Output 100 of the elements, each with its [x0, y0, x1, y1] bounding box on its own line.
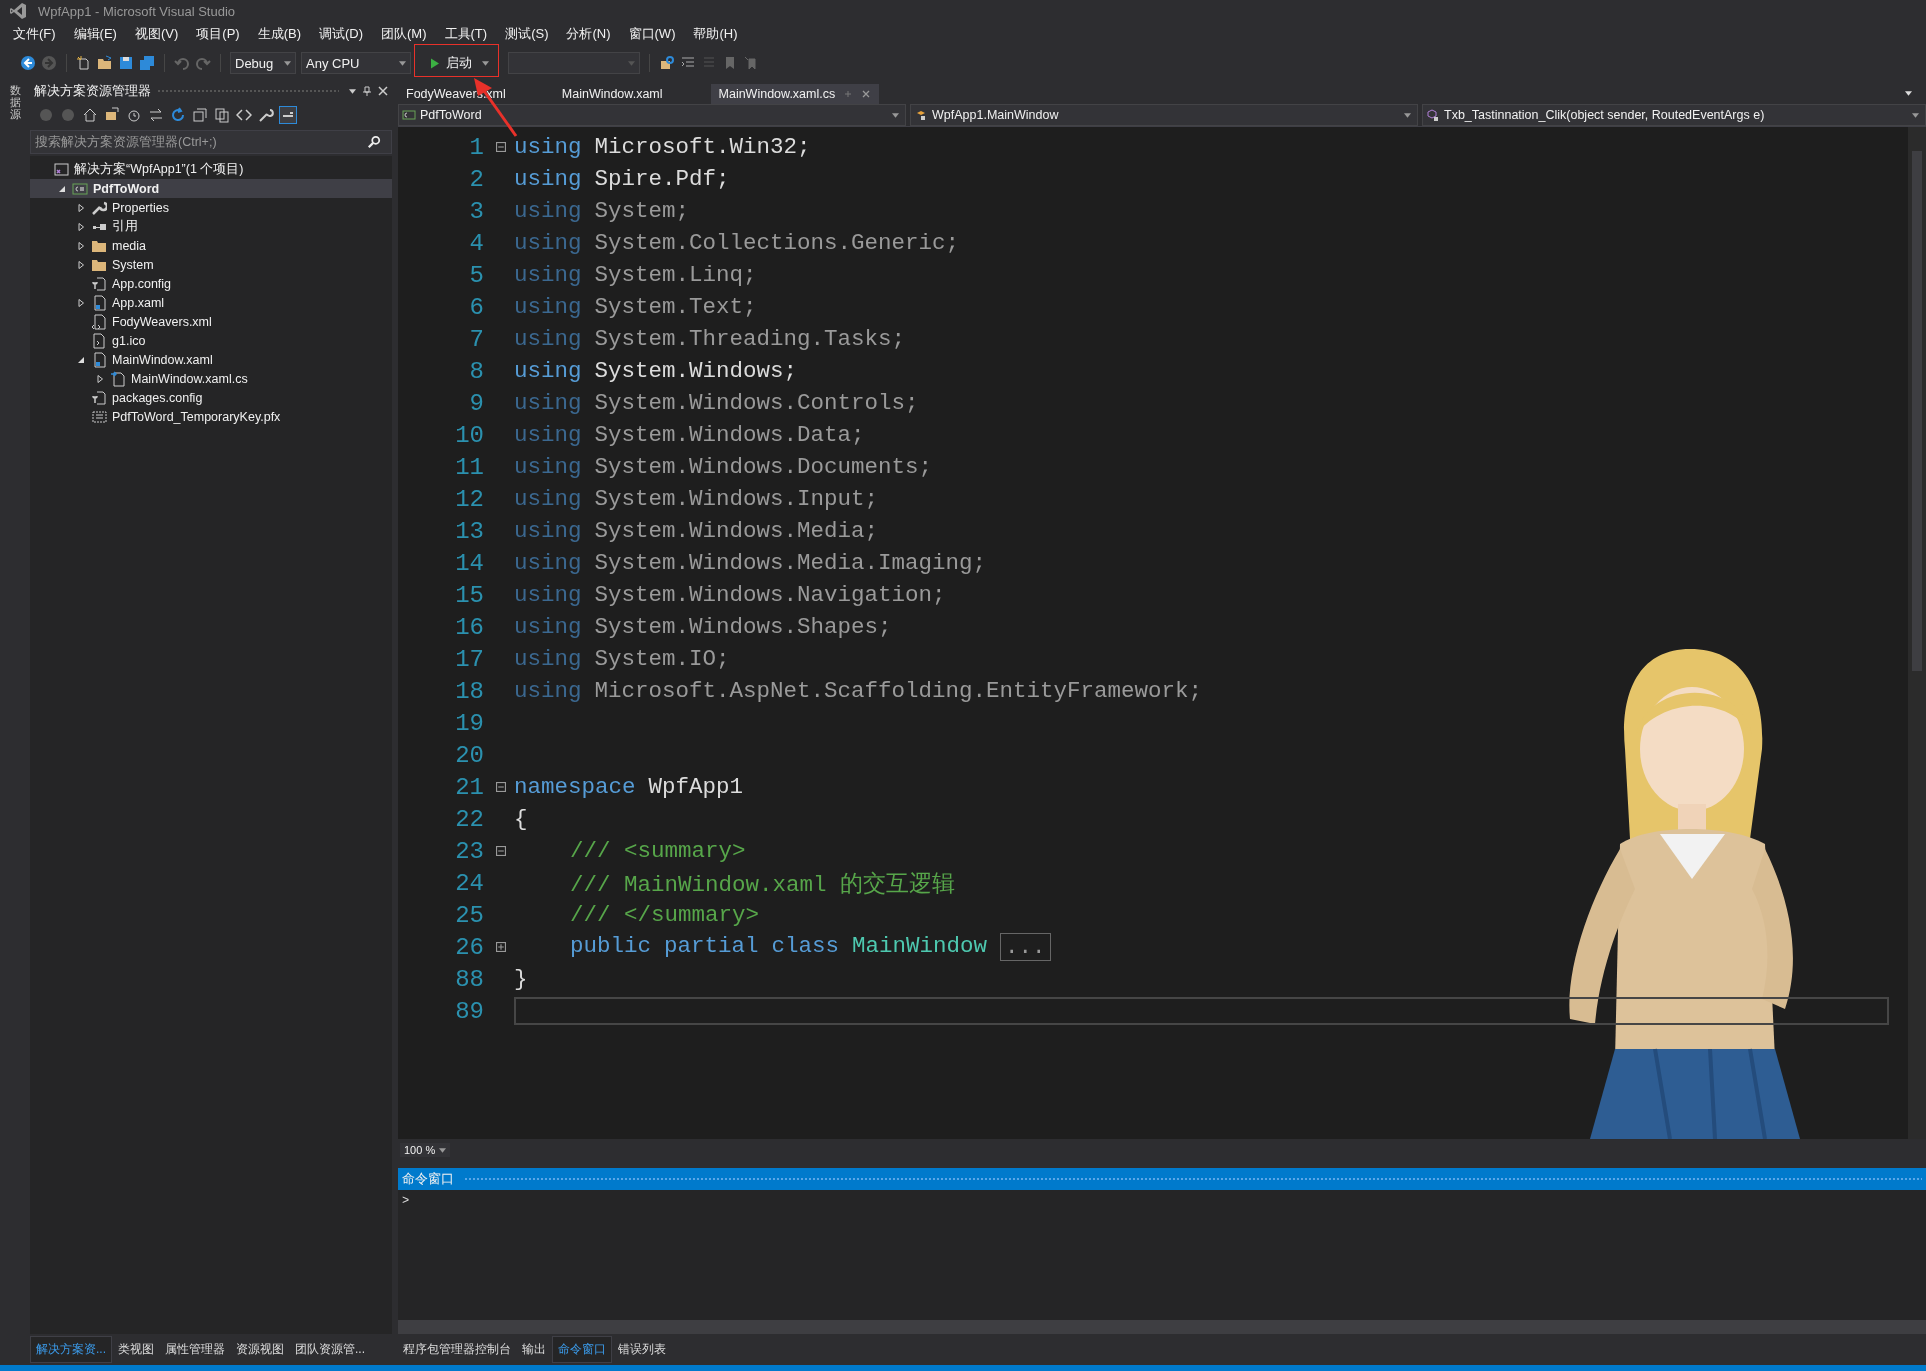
collapsed-arrow-icon[interactable] — [77, 222, 85, 231]
code-keyword: using — [514, 294, 582, 320]
dropdown-arrow-icon — [1912, 112, 1919, 118]
menu-item[interactable]: 团队(M) — [372, 22, 436, 46]
menu-item[interactable]: 文件(F) — [4, 22, 65, 46]
zoom-dropdown[interactable]: 100 % — [400, 1143, 451, 1157]
save-icon[interactable] — [118, 55, 134, 71]
redo-icon[interactable] — [195, 55, 211, 71]
menu-item[interactable]: 测试(S) — [496, 22, 558, 46]
panel-tab[interactable]: 程序包管理器控制台 — [398, 1337, 516, 1362]
code-text: System.Windows.Data; — [594, 422, 865, 448]
expanded-arrow-icon[interactable] — [77, 355, 85, 364]
find-icon[interactable] — [659, 55, 675, 71]
tab-list-arrow-icon[interactable] — [1905, 91, 1912, 96]
panel-tab[interactable]: 输出 — [517, 1337, 551, 1362]
tree-item[interactable]: 解决方案“WpfApp1”(1 个项目) — [30, 160, 392, 179]
dropdown-arrow-icon[interactable] — [399, 60, 406, 66]
project-dropdown[interactable]: PdfToWord — [398, 104, 906, 126]
tree-item[interactable]: Properties — [30, 198, 392, 217]
data-sources-tab[interactable]: 数据源 — [9, 84, 21, 121]
collapsed-arrow-icon[interactable] — [77, 241, 85, 250]
line-number: 11 — [454, 453, 485, 481]
code-keyword: using — [514, 678, 582, 704]
member-dropdown[interactable]: Txb_Tastinnation_Clik(object sender, RoutedEventArgs e) — [1422, 104, 1926, 126]
close-icon[interactable] — [861, 89, 872, 99]
start-button[interactable]: 启动 — [424, 52, 495, 74]
tree-item[interactable]: packages.config — [30, 388, 392, 407]
refresh-icon[interactable] — [170, 107, 186, 123]
search-box[interactable]: 搜索解决方案资源管理器(Ctrl+;) — [30, 130, 392, 154]
configuration-dropdown[interactable]: Debug — [230, 52, 296, 74]
panel-tab[interactable]: 类视图 — [113, 1337, 159, 1362]
menu-item[interactable]: 视图(V) — [125, 22, 188, 46]
pin-icon[interactable] — [362, 86, 372, 96]
preview-icon[interactable] — [280, 107, 296, 123]
line-number: 24 — [454, 869, 485, 897]
tree-item[interactable]: App.config — [30, 274, 392, 293]
collapse-icon[interactable] — [496, 142, 506, 152]
dropdown-arrow-icon[interactable] — [349, 88, 356, 94]
switch-views-icon[interactable] — [104, 107, 120, 123]
collapsed-arrow-icon[interactable] — [77, 203, 85, 212]
tree-item[interactable]: 引用 — [30, 217, 392, 236]
search-icon[interactable] — [367, 135, 381, 149]
platform-dropdown[interactable]: Any CPU — [301, 52, 411, 74]
close-icon[interactable] — [378, 86, 388, 96]
menu-item[interactable]: 帮助(H) — [684, 22, 747, 46]
menu-item[interactable]: 项目(P) — [187, 22, 249, 46]
menu-item[interactable]: 工具(T) — [435, 22, 497, 46]
line-number: 6 — [468, 293, 485, 321]
expanded-arrow-icon[interactable] — [58, 184, 66, 193]
collapse-icon[interactable] — [496, 782, 506, 792]
scrollbar[interactable] — [398, 1320, 1926, 1334]
expand-icon[interactable] — [496, 942, 506, 952]
undo-icon[interactable] — [174, 55, 190, 71]
type-dropdown[interactable]: WpfApp1.MainWindow — [910, 104, 1418, 126]
menu-item[interactable]: 编辑(E) — [64, 22, 126, 46]
copy-icon[interactable] — [214, 107, 230, 123]
collapsed-arrow-icon[interactable] — [96, 374, 104, 383]
panel-tab[interactable]: 解决方案资... — [30, 1336, 112, 1363]
tree-item[interactable]: PdfToWord_TemporaryKey.pfx — [30, 407, 392, 426]
collapse-all-icon[interactable] — [192, 107, 208, 123]
tree-item[interactable]: PdfToWord — [30, 179, 392, 198]
history-icon[interactable] — [126, 107, 142, 123]
menu-item[interactable]: 窗口(W) — [619, 22, 685, 46]
image-file-icon — [91, 332, 107, 349]
code-comment: /// <summary> — [570, 838, 746, 864]
tree-item[interactable]: MainWindow.xaml.cs — [30, 369, 392, 388]
new-project-icon[interactable] — [76, 55, 92, 71]
menu-item[interactable]: 生成(B) — [248, 22, 310, 46]
collapse-icon[interactable] — [496, 846, 506, 856]
tree-item[interactable]: System — [30, 255, 392, 274]
bookmark-next-icon[interactable] — [743, 55, 759, 71]
document-tab[interactable]: MainWindow.xaml.cs — [710, 84, 880, 104]
tree-item[interactable]: media — [30, 236, 392, 255]
open-folder-icon[interactable] — [97, 55, 113, 71]
search-field[interactable]: 搜索解决方案资源管理器(Ctrl+;) — [31, 134, 367, 150]
menu-item[interactable]: 调试(D) — [310, 22, 373, 46]
collapsed-arrow-icon[interactable] — [77, 260, 85, 269]
collapsed-arrow-icon[interactable] — [77, 298, 85, 307]
panel-tab[interactable]: 团队资源管... — [290, 1337, 371, 1362]
dropdown-arrow-icon[interactable] — [284, 60, 291, 66]
tree-item[interactable]: MainWindow.xaml — [30, 350, 392, 369]
sync-icon[interactable] — [148, 107, 164, 123]
line-number: 22 — [454, 805, 485, 833]
document-tab[interactable]: MainWindow.xaml — [553, 84, 671, 104]
code-keyword: using — [514, 134, 582, 160]
tree-item[interactable]: FodyWeavers.xml — [30, 312, 392, 331]
save-all-icon[interactable] — [139, 55, 155, 71]
collapsed-code-block[interactable]: ... — [1000, 933, 1051, 961]
wrench-icon[interactable] — [258, 107, 274, 123]
home-icon[interactable] — [82, 107, 98, 123]
tree-item[interactable]: g1.ico — [30, 331, 392, 350]
panel-tab[interactable]: 属性管理器 — [160, 1337, 230, 1362]
panel-tab[interactable]: 错误列表 — [613, 1337, 671, 1362]
dropdown-arrow-icon — [628, 60, 635, 66]
panel-tab[interactable]: 命令窗口 — [552, 1336, 612, 1363]
code-keyword: class — [771, 933, 840, 961]
menu-item[interactable]: 分析(N) — [557, 22, 620, 46]
code-icon[interactable] — [236, 107, 252, 123]
tree-item[interactable]: App.xaml — [30, 293, 392, 312]
panel-tab[interactable]: 资源视图 — [231, 1337, 289, 1362]
